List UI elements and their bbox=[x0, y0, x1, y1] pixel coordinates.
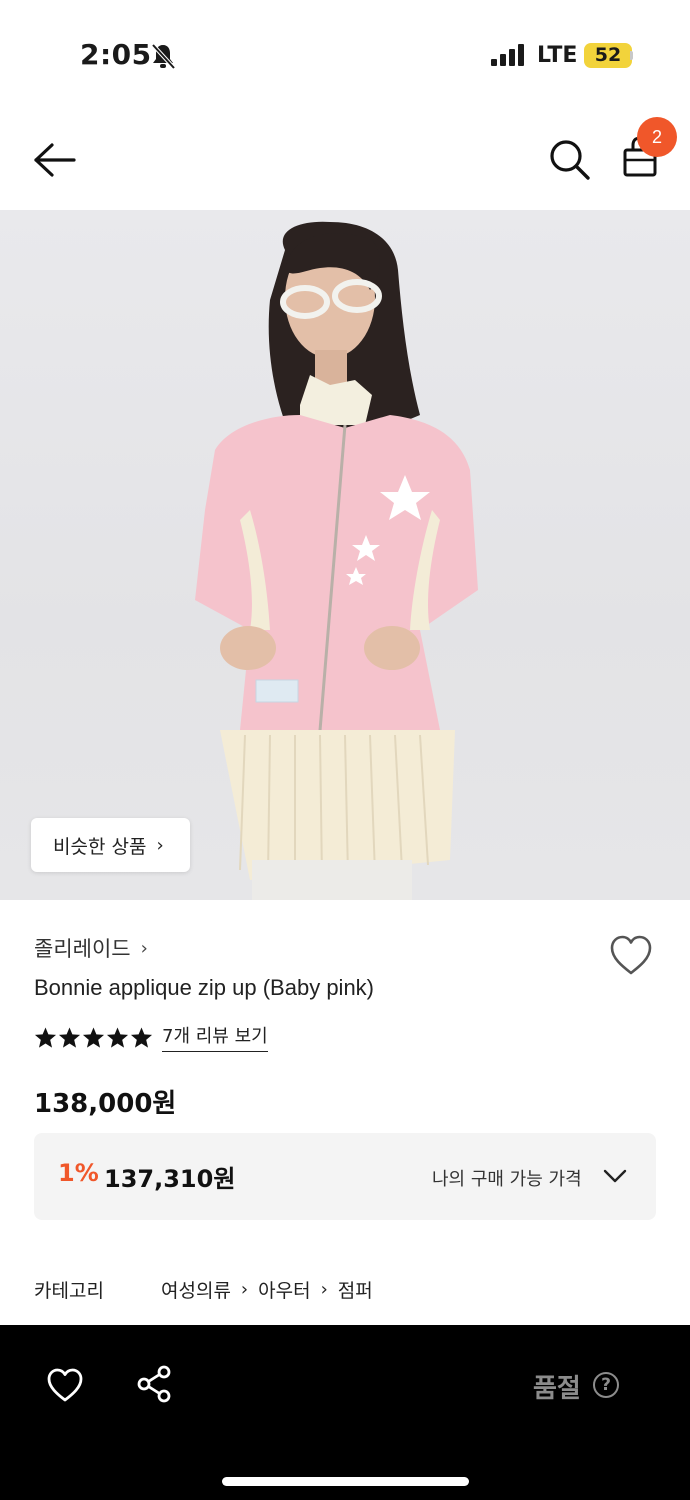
category-label: 카테고리 bbox=[34, 1280, 104, 1302]
category-item[interactable]: 아우터 bbox=[258, 1276, 310, 1303]
rating-stars bbox=[34, 1026, 153, 1049]
battery-indicator: 52 bbox=[584, 43, 632, 68]
category-row: 카테고리 여성의류 › 아우터 › 점퍼 bbox=[34, 1276, 373, 1303]
chevron-down-icon bbox=[603, 1169, 627, 1183]
signal-icon bbox=[491, 44, 524, 66]
status-time: 2:05 bbox=[80, 38, 152, 71]
chevron-right-icon: › bbox=[156, 834, 164, 856]
bottom-action-bar: 품절 ? bbox=[0, 1325, 690, 1500]
star-icon bbox=[58, 1026, 81, 1048]
similar-products-button[interactable]: 비슷한 상품 › bbox=[31, 818, 190, 872]
category-item[interactable]: 점퍼 bbox=[338, 1276, 373, 1303]
home-indicator bbox=[222, 1477, 469, 1486]
chevron-right-icon: › bbox=[320, 1279, 328, 1300]
star-icon bbox=[34, 1026, 57, 1048]
status-bar: 2:05 LTE 52 bbox=[0, 0, 690, 110]
chevron-right-icon: › bbox=[240, 1279, 249, 1300]
cart-count-badge: 2 bbox=[637, 117, 677, 157]
bell-off-icon bbox=[151, 43, 176, 70]
sold-out-label: 품절 bbox=[533, 1374, 581, 1404]
discount-price: 137,310원 bbox=[104, 1165, 236, 1193]
star-icon bbox=[106, 1026, 129, 1048]
product-title: Bonnie applique zip up (Baby pink) bbox=[34, 975, 375, 1000]
chevron-right-icon: › bbox=[140, 937, 148, 959]
heart-icon[interactable] bbox=[46, 1367, 84, 1403]
rating-row: 7개 리뷰 보기 bbox=[34, 1022, 268, 1052]
similar-products-label: 비슷한 상품 bbox=[53, 835, 147, 858]
brand-link[interactable]: 졸리레이드 › bbox=[34, 933, 148, 963]
help-icon[interactable]: ? bbox=[593, 1372, 619, 1398]
product-photo-illustration bbox=[195, 221, 478, 900]
star-icon bbox=[130, 1026, 153, 1048]
star-icon bbox=[82, 1026, 105, 1048]
top-nav bbox=[0, 110, 690, 210]
wishlist-heart-icon[interactable] bbox=[608, 933, 654, 977]
review-link[interactable]: 7개 리뷰 보기 bbox=[162, 1022, 268, 1052]
share-icon[interactable] bbox=[136, 1365, 172, 1403]
discount-percent: 1% bbox=[58, 1159, 99, 1187]
brand-name: 졸리레이드 bbox=[34, 937, 131, 961]
category-item[interactable]: 여성의류 bbox=[161, 1276, 231, 1303]
my-price-box[interactable]: 1% 137,310원 나의 구매 가능 가격 bbox=[34, 1133, 656, 1220]
my-price-label: 나의 구매 가능 가격 bbox=[432, 1169, 582, 1190]
network-type: LTE bbox=[537, 43, 578, 68]
back-arrow-icon[interactable] bbox=[30, 138, 80, 182]
battery-tip bbox=[630, 51, 633, 60]
product-price: 138,000원 bbox=[34, 1089, 177, 1119]
search-icon[interactable] bbox=[546, 136, 592, 182]
product-image[interactable] bbox=[0, 210, 690, 900]
